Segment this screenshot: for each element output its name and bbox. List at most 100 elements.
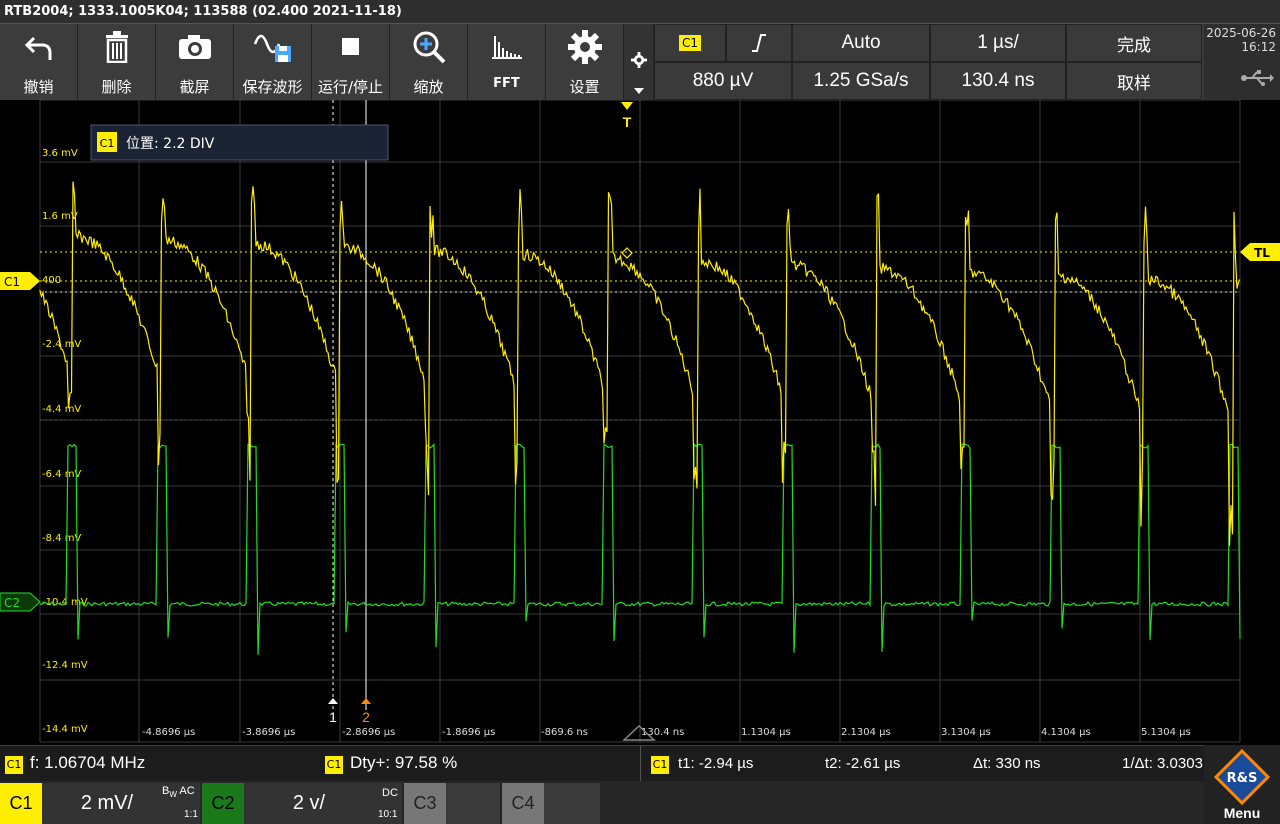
- freq-channel-tag: C1: [5, 756, 23, 774]
- fft-label: FFT: [493, 76, 520, 91]
- ch3-settings[interactable]: C3: [404, 783, 500, 824]
- save-waveform-label: 保存波形: [242, 78, 303, 96]
- undo-label: 撤销: [23, 78, 54, 96]
- ch4-label: C4: [502, 783, 544, 824]
- ch1-probe: 1:1: [184, 809, 198, 820]
- trigger-mode[interactable]: Auto: [792, 24, 930, 62]
- cursor-channel-tag: C1: [651, 756, 669, 774]
- ch3-label: C3: [404, 783, 446, 824]
- run-stop-button[interactable]: 运行/停止: [312, 24, 390, 100]
- save-waveform-button[interactable]: 保存波形: [234, 24, 312, 100]
- save-waveform-icon: [234, 30, 311, 64]
- ch2-settings[interactable]: C2 2 v/ DC 10:1: [202, 783, 402, 824]
- rising-edge-icon: [752, 34, 766, 52]
- y-tick-label: -8.4 mV: [42, 533, 81, 544]
- zoom-button[interactable]: 缩放: [390, 24, 468, 100]
- rs-logo-icon: R&S: [1214, 749, 1270, 805]
- settings-button[interactable]: 设置: [546, 24, 624, 100]
- trigger-level[interactable]: 880 µV: [654, 62, 792, 100]
- run-stop-label: 运行/停止: [317, 78, 384, 96]
- undo-icon: [0, 30, 77, 64]
- x-tick-label: 5.1304 µs: [1141, 727, 1191, 738]
- ch1-label: C1: [0, 783, 42, 824]
- trigger-marker-label: T: [623, 114, 632, 130]
- trigger-source[interactable]: C1: [654, 24, 726, 62]
- ch1-settings[interactable]: C1 2 mV/ BW AC 1:1: [0, 783, 200, 824]
- menu-button[interactable]: R&S Menu: [1204, 745, 1280, 824]
- x-tick-label: -2.8696 µs: [342, 727, 395, 738]
- gear-icon: [546, 30, 623, 64]
- cursor-t1[interactable]: t1: -2.94 µs: [678, 755, 753, 772]
- x-tick-label: -1.8696 µs: [442, 727, 495, 738]
- camera-icon: [156, 30, 233, 64]
- datetime-panel: 2025-06-26 16:12: [1204, 24, 1280, 100]
- timebase-scale[interactable]: 1 µs/: [930, 24, 1066, 62]
- measurement-bar: C1 f: 1.06704 MHz C1 Dty+: 97.58 % C1 t1…: [0, 745, 1280, 782]
- frequency-measurement[interactable]: f: 1.06704 MHz: [30, 753, 145, 773]
- trigger-channel-tag: C1: [678, 35, 701, 51]
- cursor-2-label: 2: [362, 709, 370, 725]
- acquisition-mode[interactable]: 取样: [1066, 62, 1202, 100]
- x-tick-label: -869.6 ns: [541, 727, 588, 738]
- y-tick-label: -2.4 mV: [42, 339, 81, 350]
- duty-measurement[interactable]: Dty+: 97.58 %: [350, 753, 457, 773]
- duty-channel-tag: C1: [325, 756, 343, 774]
- trigger-slope[interactable]: [726, 24, 792, 62]
- fft-icon: [468, 30, 545, 64]
- ch1-bw-label: BW AC: [162, 785, 195, 800]
- y-tick-label: 3.6 mV: [42, 148, 78, 159]
- ch4-settings[interactable]: C4: [502, 783, 600, 824]
- time-text: 16:12: [1241, 40, 1276, 54]
- window-title: RTB2004; 1333.1005K04; 113588 (02.400 20…: [0, 0, 1280, 24]
- x-tick-label: 3.1304 µs: [941, 727, 991, 738]
- screenshot-label: 截屏: [179, 78, 210, 96]
- ch2-marker-label: C2: [4, 596, 20, 610]
- zoom-icon: [390, 30, 467, 64]
- trash-icon: [78, 30, 155, 64]
- date-text: 2025-06-26: [1206, 26, 1276, 40]
- x-tick-label: 1.1304 µs: [741, 727, 791, 738]
- ch2-probe: 10:1: [378, 809, 398, 820]
- x-tick-label: 2.1304 µs: [841, 727, 891, 738]
- y-tick-label: -14.4 mV: [42, 724, 88, 735]
- x-tick-label: -4.8696 µs: [142, 727, 195, 738]
- toolbar: 撤销 删除 截屏 保存波形 运行/停止 缩放 FFT 设置 C1 Auto 1 …: [0, 24, 1280, 100]
- ch2-label: C2: [202, 783, 244, 824]
- small-gear-icon: [631, 52, 647, 68]
- tooltip-channel-tag: C1: [100, 137, 115, 150]
- fft-button[interactable]: FFT: [468, 24, 546, 100]
- usb-icon: [1241, 70, 1274, 86]
- ch1-scale: 2 mV/: [80, 792, 134, 814]
- dropdown-arrow-icon: [634, 88, 644, 94]
- svg-text:R&S: R&S: [1227, 771, 1258, 786]
- divider: [640, 746, 641, 782]
- timebase-offset[interactable]: 130.4 ns: [930, 62, 1066, 100]
- ch2-coupling: DC: [382, 787, 398, 799]
- y-tick-label: -12.4 mV: [42, 660, 88, 671]
- x-tick-label: 130.4 ns: [641, 727, 684, 738]
- cursor-t2[interactable]: t2: -2.61 µs: [825, 755, 900, 772]
- quick-settings-button[interactable]: [624, 24, 654, 100]
- channel-bar: C1 2 mV/ BW AC 1:1 C2 2 v/ DC 10:1 C3 C4: [0, 781, 1280, 824]
- delete-button[interactable]: 删除: [78, 24, 156, 100]
- sample-rate[interactable]: 1.25 GSa/s: [792, 62, 930, 100]
- cursor-delta-t[interactable]: Δt: 330 ns: [973, 755, 1041, 772]
- ch2-scale: 2 v/: [292, 792, 326, 814]
- tooltip-text: 位置: 2.2 DIV: [126, 136, 215, 152]
- waveform-display[interactable]: 3.6 mV1.6 mV400-2.4 mV-4.4 mV-6.4 mV-8.4…: [0, 100, 1280, 745]
- acquisition-status[interactable]: 完成: [1066, 24, 1202, 62]
- zoom-label: 缩放: [413, 78, 444, 96]
- undo-button[interactable]: 撤销: [0, 24, 78, 100]
- delete-label: 删除: [101, 78, 132, 96]
- cursor-1-label: 1: [329, 709, 337, 725]
- menu-label: Menu: [1223, 805, 1261, 821]
- ch1-marker-label: C1: [4, 275, 20, 289]
- x-tick-label: -3.8696 µs: [242, 727, 295, 738]
- y-tick-label: -4.4 mV: [42, 404, 81, 415]
- settings-label: 设置: [569, 78, 600, 96]
- x-tick-label: 4.1304 µs: [1041, 727, 1091, 738]
- y-tick-label: -6.4 mV: [42, 469, 81, 480]
- trigger-level-marker-label: TL: [1254, 246, 1270, 260]
- screenshot-button[interactable]: 截屏: [156, 24, 234, 100]
- stop-icon: [312, 30, 389, 64]
